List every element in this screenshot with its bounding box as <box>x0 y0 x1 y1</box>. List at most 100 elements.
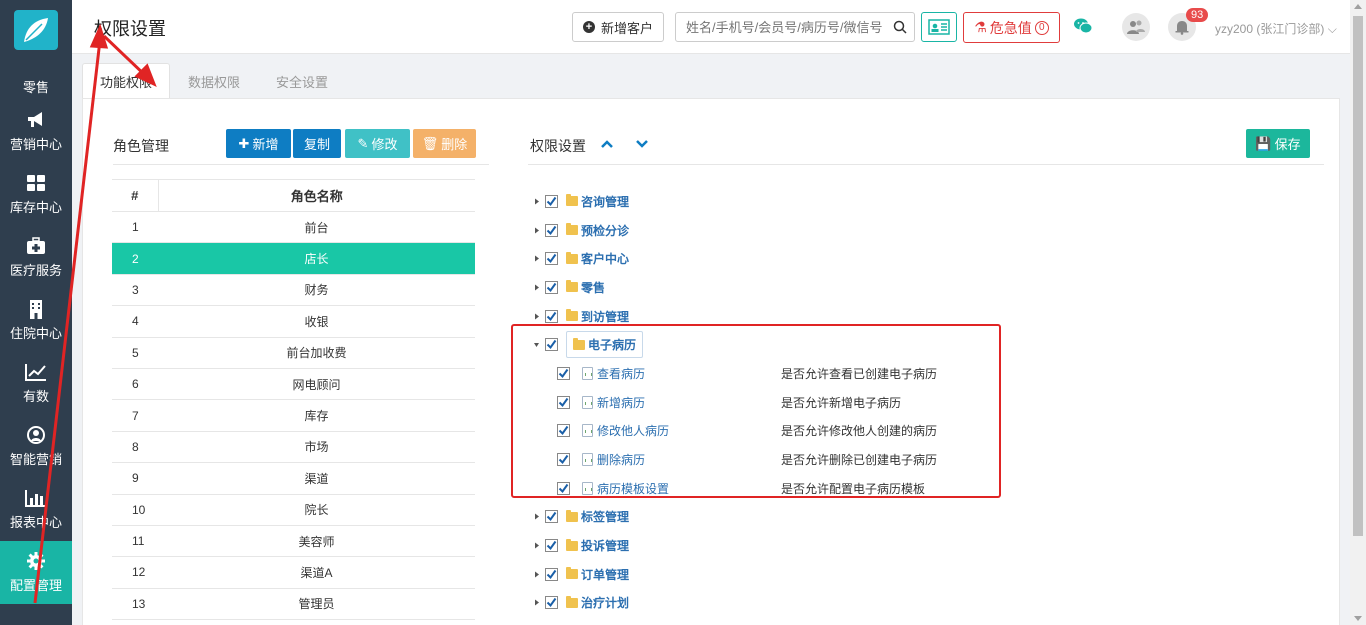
column-header-number: # <box>112 179 159 212</box>
role-number-cell: 1 <box>112 211 158 244</box>
folder-icon <box>566 280 578 293</box>
sidebar-item-1[interactable]: 营销中心 <box>0 100 72 163</box>
role-name-cell: 美容师 <box>158 525 475 558</box>
tree-node-label: 零售 <box>581 280 606 295</box>
role-table-header: # 角色名称 <box>112 179 475 212</box>
node-checkbox[interactable] <box>545 309 558 323</box>
save-label: 保存 <box>1274 137 1301 152</box>
sidebar-item-label: 配置管理 <box>9 578 62 593</box>
caret-right-icon[interactable] <box>531 512 541 522</box>
node-checkbox[interactable] <box>545 280 558 294</box>
caret-right-icon[interactable] <box>531 196 541 206</box>
tab-security-settings[interactable]: 安全设置 <box>258 63 346 99</box>
table-row[interactable]: 1 前台 <box>112 211 475 244</box>
chevron-up-icon[interactable] <box>600 139 614 149</box>
tree-node[interactable]: 咨询管理 <box>531 187 1331 216</box>
tree-node[interactable]: 标签管理 <box>531 503 1331 532</box>
sidebar-item-label: 智能营销 <box>9 452 62 467</box>
sidebar-item-3[interactable]: 医疗服务 <box>0 226 72 289</box>
delete-role-label: 删除 <box>441 137 468 152</box>
role-number-cell: 11 <box>112 525 158 558</box>
add-role-button[interactable]: ✚ 新增 <box>226 129 291 158</box>
search-icon[interactable] <box>893 20 907 34</box>
folder-icon <box>566 538 578 551</box>
table-row[interactable]: 2 店长 <box>112 242 475 275</box>
plus-icon: + <box>582 21 595 33</box>
role-name-cell: 管理员 <box>158 588 475 621</box>
table-row[interactable]: 7 库存 <box>112 399 475 432</box>
logo[interactable] <box>14 10 58 50</box>
sidebar-item-0[interactable]: 零售 <box>0 50 72 100</box>
tree-node-label: 客户中心 <box>581 252 630 267</box>
caret-right-icon[interactable] <box>531 225 541 235</box>
tree-node[interactable]: 订单管理 <box>531 560 1331 589</box>
table-row[interactable]: 12 渠道A <box>112 556 475 589</box>
sidebar-item-7[interactable]: 报表中心 <box>0 478 72 541</box>
table-row[interactable]: 8 市场 <box>112 431 475 464</box>
node-checkbox[interactable] <box>545 539 558 553</box>
role-number-cell: 2 <box>112 242 158 275</box>
caret-right-icon[interactable] <box>531 311 541 321</box>
tree-node[interactable]: 预检分诊 <box>531 216 1331 245</box>
node-checkbox[interactable] <box>545 194 558 208</box>
delete-role-button[interactable]: 🗑 删除 <box>413 129 476 158</box>
role-name-cell: 库存 <box>158 399 475 432</box>
table-row[interactable]: 3 财务 <box>112 274 475 307</box>
copy-role-button[interactable]: 复制 <box>293 129 341 158</box>
scroll-up-icon[interactable] <box>1354 4 1362 9</box>
medical-kit-icon <box>25 236 47 256</box>
table-row[interactable]: 11 美容师 <box>112 525 475 558</box>
node-checkbox[interactable] <box>545 567 558 581</box>
tree-node-label: 到访管理 <box>581 309 630 324</box>
save-button[interactable]: 💾 保存 <box>1246 129 1310 158</box>
caret-right-icon[interactable] <box>531 254 541 264</box>
wechat-icon[interactable] <box>1073 17 1093 35</box>
user-menu[interactable]: yzy200 (张江门诊部) ⌵ <box>1215 20 1337 37</box>
tab-data-permission[interactable]: 数据权限 <box>170 63 258 99</box>
search-input[interactable] <box>676 13 886 41</box>
scroll-down-icon[interactable] <box>1354 616 1362 621</box>
sidebar-item-4[interactable]: 住院中心 <box>0 289 72 352</box>
table-row[interactable]: 10 院长 <box>112 494 475 526</box>
tree-node[interactable]: 治疗计划 <box>531 589 1331 618</box>
caret-right-icon[interactable] <box>531 541 541 551</box>
sidebar-item-6[interactable]: 智能营销 <box>0 415 72 478</box>
role-header: 角色管理 ✚ 新增 复制 ✎ 修改 🗑 删除 <box>113 127 489 165</box>
brain-icon <box>25 425 47 445</box>
table-row[interactable]: 5 前台加收费 <box>112 337 475 369</box>
critical-value-count: 0 <box>1034 20 1049 35</box>
sidebar-item-5[interactable]: 有数 <box>0 352 72 415</box>
sidebar-item-label: 报表中心 <box>9 515 62 530</box>
scrollbar-thumb[interactable] <box>1353 16 1363 536</box>
node-checkbox[interactable] <box>545 510 558 524</box>
role-number-cell: 13 <box>112 588 158 621</box>
critical-value-button[interactable]: ⚗ 危急值 0 <box>963 12 1060 43</box>
caret-right-icon[interactable] <box>531 598 541 608</box>
caret-right-icon[interactable] <box>531 282 541 292</box>
table-row[interactable]: 6 网电顾问 <box>112 368 475 401</box>
edit-role-button[interactable]: ✎ 修改 <box>345 129 410 158</box>
tab-function-permission[interactable]: 功能权限 <box>82 63 170 99</box>
table-row[interactable]: 13 管理员 <box>112 588 475 621</box>
tree-node[interactable]: 投诉管理 <box>531 531 1331 560</box>
role-name-cell: 店长 <box>158 242 475 275</box>
table-row[interactable]: 9 渠道 <box>112 462 475 495</box>
tree-node[interactable]: 零售 <box>531 273 1331 302</box>
node-checkbox[interactable] <box>545 252 558 266</box>
tree-node[interactable]: 客户中心 <box>531 244 1331 273</box>
caret-right-icon[interactable] <box>531 569 541 579</box>
sidebar-item-label: 医疗服务 <box>9 263 62 278</box>
sidebar-item-2[interactable]: 库存中心 <box>0 163 72 226</box>
folder-icon <box>566 309 578 322</box>
node-checkbox[interactable] <box>545 596 558 610</box>
chevron-down-icon[interactable] <box>635 139 649 149</box>
member-card-button[interactable] <box>921 12 957 42</box>
team-button[interactable] <box>1122 13 1150 41</box>
sidebar-item-8[interactable]: 配置管理 <box>0 541 72 604</box>
table-row[interactable]: 4 收银 <box>112 305 475 338</box>
role-number-cell: 12 <box>112 556 158 589</box>
node-checkbox[interactable] <box>545 223 558 237</box>
page-scrollbar[interactable] <box>1350 0 1366 625</box>
new-customer-button[interactable]: + 新增客户 <box>572 12 664 42</box>
permission-header: 权限设置 💾 保存 <box>528 127 1324 165</box>
